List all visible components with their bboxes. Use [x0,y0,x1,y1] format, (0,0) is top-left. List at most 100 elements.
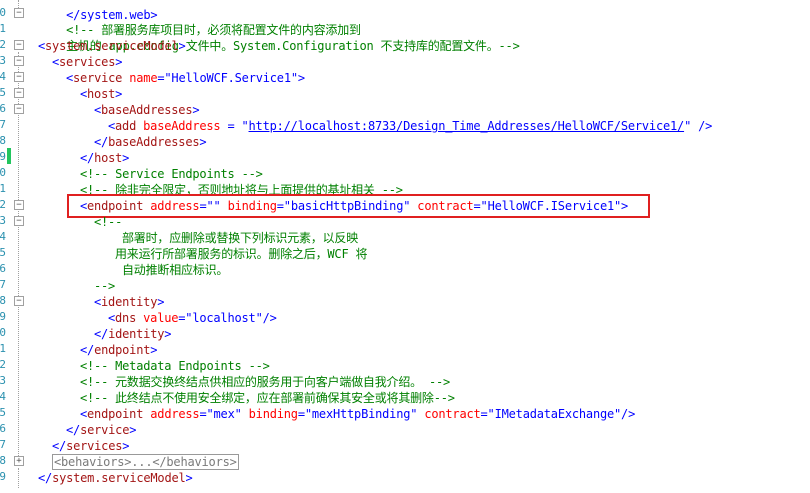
xml-tag: host [87,87,116,101]
xml-tag: identity [101,295,158,309]
code-line: <!-- 部署服务库项目时，必须将配置文件的内容添加到 [38,6,361,37]
xml-tag: system.serviceModel [45,39,179,53]
line-number: 7 [0,118,6,131]
line-number: 8 [0,134,6,147]
line-number: 4 [0,70,6,83]
xml-attribute: address [150,407,200,421]
xml-tag: services [59,55,116,69]
code-line: </service> [66,423,137,437]
xml-tag: service [80,423,130,437]
code-line: <baseAddresses> [94,103,200,117]
xml-comment: <!-- [94,215,123,229]
line-number: 3 [0,374,6,387]
base-address-link[interactable]: http://localhost:8733/Design_Time_Addres… [249,119,685,133]
line-number: 1 [0,342,6,355]
xml-attribute-value: mex [213,407,235,421]
xml-comment: 部署时，应删除或替换下列标识元素，以反映 [122,231,359,245]
code-line: <behaviors>...</behaviors> [52,454,239,470]
xml-tag: service [73,71,123,85]
xml-tag: baseAddresses [108,135,200,149]
xml-attribute-value: IMetadataExchange [494,407,615,421]
xml-tag: services [66,439,123,453]
xml-tag: endpoint [87,407,144,421]
xml-tag: host [94,151,123,165]
line-number: 7 [0,438,6,451]
code-line: <add baseAddress = "http://localhost:873… [108,119,713,133]
xml-tag: dns [115,311,137,325]
xml-attribute: contract [424,407,481,421]
line-number: 2 [0,358,6,371]
line-number: 3 [0,54,6,67]
line-number: 1 [0,22,6,35]
annotation-highlight-box [67,194,650,218]
fold-expand-button[interactable]: + [14,456,24,466]
line-number-gutter: 0 1 2 3 4 5 6 7 8 9 0 1 2 3 4 5 6 7 8 9 … [0,0,6,493]
code-line: 部署时，应删除或替换下列标识元素，以反映 [122,230,358,246]
fold-collapse-button[interactable]: − [14,216,24,226]
xml-comment: <!-- Metadata Endpoints --> [80,359,270,373]
code-line: <!-- 元数据交换终结点供相应的服务用于向客户端做自我介绍。 --> [80,374,450,390]
xml-attribute: value [143,311,179,325]
code-line: <host> [80,87,123,101]
xml-comment: 自动推断相应标识。 [122,263,229,277]
xml-comment: --> [94,279,116,293]
code-line: <!-- Metadata Endpoints --> [80,358,270,374]
code-line: </endpoint> [80,343,158,357]
code-line: <services> [52,55,123,69]
line-number: 8 [0,294,6,307]
code-line: </host> [80,151,130,165]
line-number: 5 [0,86,6,99]
line-number: 4 [0,230,6,243]
code-line: 主机的 app.config 文件中。System.Configuration … [38,22,520,53]
line-number: 9 [0,470,6,483]
code-line: <system.serviceModel> [38,39,186,53]
code-line: <service name="HelloWCF.Service1"> [66,71,305,85]
line-number: 2 [0,38,6,51]
fold-collapse-button[interactable]: − [14,8,24,18]
line-number: 5 [0,246,6,259]
line-number: 8 [0,454,6,467]
xml-attribute: binding [248,407,298,421]
xml-tag: identity [108,327,165,341]
line-number: 3 [0,214,6,227]
code-line: <!-- 此终结点不使用安全绑定，应在部署前确保其安全或将其删除--> [80,390,455,406]
xml-code-editor[interactable]: 0 1 2 3 4 5 6 7 8 9 0 1 2 3 4 5 6 7 8 9 … [0,0,810,493]
xml-attribute: name [129,71,158,85]
xml-attribute-value: localhost [192,311,256,325]
code-line: <endpoint address="mex" binding="mexHttp… [80,407,636,421]
line-number: 0 [0,326,6,339]
fold-guide-line [18,0,19,8]
collapsed-region[interactable]: <behaviors>...</behaviors> [52,454,239,470]
xml-attribute: baseAddress [143,119,221,133]
line-number: 0 [0,166,6,179]
code-line: </services> [52,439,130,453]
line-number: 1 [0,182,6,195]
fold-collapse-button[interactable]: − [14,296,24,306]
line-number: 6 [0,102,6,115]
code-line: 用来运行所部署服务的标识。删除之后，WCF 将 [115,246,368,262]
fold-guide-line [18,468,19,488]
code-line: <!-- Service Endpoints --> [80,166,263,182]
fold-collapse-button[interactable]: − [14,40,24,50]
fold-collapse-button[interactable]: − [14,104,24,114]
fold-collapse-button[interactable]: − [14,72,24,82]
fold-collapse-button[interactable]: − [14,200,24,210]
line-number: 9 [0,150,6,163]
code-line: </baseAddresses> [94,135,207,149]
code-line: --> [94,278,115,294]
line-number: 0 [0,6,6,19]
line-number: 7 [0,278,6,291]
xml-attribute-value: HelloWCF.Service1 [171,71,291,85]
line-number: 5 [0,406,6,419]
fold-collapse-button[interactable]: − [14,56,24,66]
xml-comment: <!-- Service Endpoints --> [80,167,263,181]
code-line: <dns value="localhost"/> [108,311,277,325]
code-line: 自动推断相应标识。 [122,262,228,278]
code-line: <identity> [94,295,165,309]
xml-tag: endpoint [94,343,151,357]
line-number: 6 [0,262,6,275]
code-line: </identity> [94,327,172,341]
change-indicator-bar [7,148,11,164]
xml-comment: <!-- 此终结点不使用安全绑定，应在部署前确保其安全或将其删除--> [80,391,455,405]
fold-collapse-button[interactable]: − [14,88,24,98]
